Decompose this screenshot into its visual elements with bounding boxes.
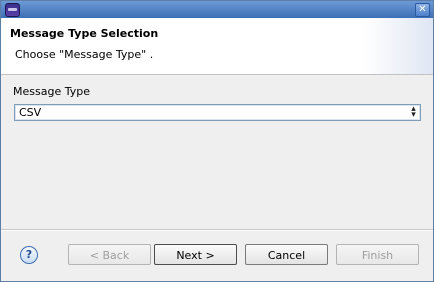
back-button[interactable]: < Back [68, 244, 151, 265]
close-icon[interactable]: ✕ [415, 3, 430, 17]
message-type-select[interactable]: CSV ▴ ▾ [14, 104, 421, 121]
finish-button[interactable]: Finish [336, 244, 419, 265]
select-arrow-icon: ▴ ▾ [411, 104, 416, 120]
page-title: Message Type Selection [10, 27, 159, 40]
message-type-value: CSV [19, 106, 42, 119]
cancel-button[interactable]: Cancel [245, 244, 328, 265]
title-bar: ✕ [1, 1, 433, 18]
message-type-label: Message Type [13, 85, 90, 98]
page-description: Choose "Message Type" . [15, 48, 154, 61]
help-icon[interactable]: ? [20, 246, 38, 264]
next-button[interactable]: Next > [154, 244, 237, 265]
wizard-header: Message Type Selection Choose "Message T… [1, 18, 433, 75]
header-gradient [363, 18, 433, 74]
footer-divider [1, 229, 433, 231]
app-icon [5, 3, 20, 17]
wizard-window: ✕ Message Type Selection Choose "Message… [0, 0, 434, 282]
